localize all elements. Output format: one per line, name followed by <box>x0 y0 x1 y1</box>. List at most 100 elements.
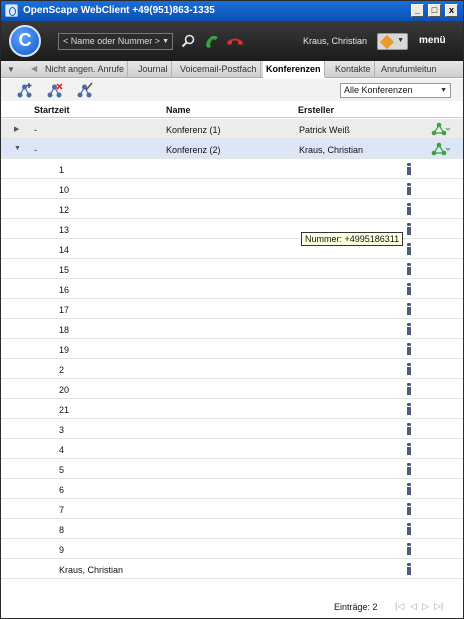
participant-row[interactable]: 3 <box>1 419 463 439</box>
info-icon[interactable] <box>406 543 412 555</box>
info-icon[interactable] <box>406 523 412 535</box>
conference-creator: Patrick Weiß <box>299 125 350 135</box>
info-icon[interactable] <box>406 243 412 255</box>
info-icon[interactable] <box>406 463 412 475</box>
new-conference-icon[interactable] <box>16 82 34 98</box>
number-input-placeholder: < Name oder Nummer > <box>63 36 161 46</box>
info-icon[interactable] <box>406 263 412 275</box>
table-header: Startzeit Name Ersteller <box>1 101 463 118</box>
tab-contacts[interactable]: Kontakte <box>332 61 375 78</box>
participant-row[interactable]: 2 <box>1 359 463 379</box>
conference-name: Konferenz (1) <box>166 125 221 135</box>
participant-row[interactable]: 18 <box>1 319 463 339</box>
presence-icon <box>379 34 395 50</box>
participant-row[interactable]: 19 <box>1 339 463 359</box>
info-icon[interactable] <box>406 223 412 235</box>
hangup-icon[interactable] <box>226 36 244 46</box>
conference-row[interactable]: ▶ - Konferenz (1) Patrick Weiß <box>1 119 463 139</box>
participant-name: 1 <box>59 165 65 175</box>
participant-name: 6 <box>59 485 65 495</box>
app-icon <box>5 4 18 17</box>
participant-row[interactable]: 17 <box>1 299 463 319</box>
participant-name: Kraus, Christian <box>59 565 124 575</box>
participant-name: 14 <box>59 245 70 255</box>
participant-name: 3 <box>59 425 65 435</box>
info-icon[interactable] <box>406 403 412 415</box>
info-icon[interactable] <box>406 443 412 455</box>
user-name: Kraus, Christian <box>303 36 368 46</box>
table-footer: Einträge: 2 |◁ ◁ ▷ ▷| <box>1 595 463 618</box>
participant-row[interactable]: 5 <box>1 459 463 479</box>
next-page-icon[interactable]: ▷ <box>422 601 429 612</box>
info-icon[interactable] <box>406 303 412 315</box>
chevron-down-icon[interactable]: ▼ <box>162 34 169 49</box>
conference-start: - <box>34 125 37 135</box>
app-window: OpenScape WebClient +49(951)863-1335 _ □… <box>0 0 464 619</box>
tab-bar: ▼ ◀ Nicht angen. Anrufe Journal Voicemai… <box>1 61 463 78</box>
start-conference-icon[interactable] <box>430 122 451 136</box>
participant-name: 20 <box>59 385 70 395</box>
conference-row[interactable]: ▼ - Konferenz (2) Kraus, Christian <box>1 139 463 159</box>
last-page-icon[interactable]: ▷| <box>434 601 443 612</box>
participant-name: 4 <box>59 445 65 455</box>
tab-call-forwarding[interactable]: Anrufumleitun <box>378 61 440 78</box>
delete-conference-icon[interactable] <box>46 82 64 98</box>
close-button[interactable]: x <box>445 4 458 17</box>
tab-conferences[interactable]: Konferenzen <box>263 61 325 78</box>
info-icon[interactable] <box>406 283 412 295</box>
openscape-logo[interactable]: C <box>9 25 41 57</box>
collapse-arrow-icon[interactable]: ▼ <box>14 145 21 152</box>
info-icon[interactable] <box>406 383 412 395</box>
call-icon[interactable] <box>204 34 220 48</box>
participant-row[interactable]: 10 <box>1 179 463 199</box>
column-header-creator[interactable]: Ersteller <box>298 105 334 115</box>
participant-row[interactable]: Kraus, Christian <box>1 559 463 579</box>
number-input[interactable]: < Name oder Nummer > ▼ <box>58 33 173 50</box>
info-icon[interactable] <box>406 563 412 575</box>
info-icon[interactable] <box>406 503 412 515</box>
participant-row[interactable]: 1 <box>1 159 463 179</box>
tab-voicemail[interactable]: Voicemail-Postfach <box>177 61 261 78</box>
tab-scroll-left-icon[interactable]: ◀ <box>31 64 37 73</box>
tab-journal[interactable]: Journal <box>135 61 172 78</box>
participant-name: 2 <box>59 365 65 375</box>
info-icon[interactable] <box>406 483 412 495</box>
minimize-button[interactable]: _ <box>411 4 424 17</box>
participant-name: 12 <box>59 205 70 215</box>
presence-status-button[interactable]: ▼ <box>377 33 408 50</box>
participant-row[interactable]: 20 <box>1 379 463 399</box>
title-bar[interactable]: OpenScape WebClient +49(951)863-1335 _ □… <box>1 1 463 21</box>
maximize-button[interactable]: □ <box>428 4 441 17</box>
column-header-start[interactable]: Startzeit <box>34 105 70 115</box>
column-header-name[interactable]: Name <box>166 105 191 115</box>
participant-row[interactable]: 8 <box>1 519 463 539</box>
first-page-icon[interactable]: |◁ <box>395 601 404 612</box>
conference-filter-select[interactable]: Alle Konferenzen ▼ <box>340 83 451 98</box>
info-icon[interactable] <box>406 203 412 215</box>
edit-conference-icon[interactable] <box>76 82 94 98</box>
entry-count: Einträge: 2 <box>334 602 378 612</box>
tab-list-dropdown-icon[interactable]: ▼ <box>7 65 15 74</box>
info-icon[interactable] <box>406 183 412 195</box>
participant-name: 16 <box>59 285 70 295</box>
info-icon[interactable] <box>406 363 412 375</box>
tab-missed-calls[interactable]: Nicht angen. Anrufe <box>42 61 129 78</box>
info-icon[interactable] <box>406 323 412 335</box>
start-conference-icon[interactable] <box>430 142 451 156</box>
info-icon[interactable] <box>406 163 412 175</box>
participant-row[interactable]: 6 <box>1 479 463 499</box>
participant-row[interactable]: 15 <box>1 259 463 279</box>
expand-arrow-icon[interactable]: ▶ <box>14 125 19 133</box>
previous-page-icon[interactable]: ◁ <box>410 601 417 612</box>
info-icon[interactable] <box>406 343 412 355</box>
participant-name: 5 <box>59 465 65 475</box>
participant-row[interactable]: 12 <box>1 199 463 219</box>
search-icon[interactable] <box>181 34 195 48</box>
participant-row[interactable]: 16 <box>1 279 463 299</box>
participant-row[interactable]: 7 <box>1 499 463 519</box>
menu-button[interactable]: menü <box>419 35 446 46</box>
participant-row[interactable]: 4 <box>1 439 463 459</box>
participant-row[interactable]: 9 <box>1 539 463 559</box>
info-icon[interactable] <box>406 423 412 435</box>
participant-row[interactable]: 21 <box>1 399 463 419</box>
